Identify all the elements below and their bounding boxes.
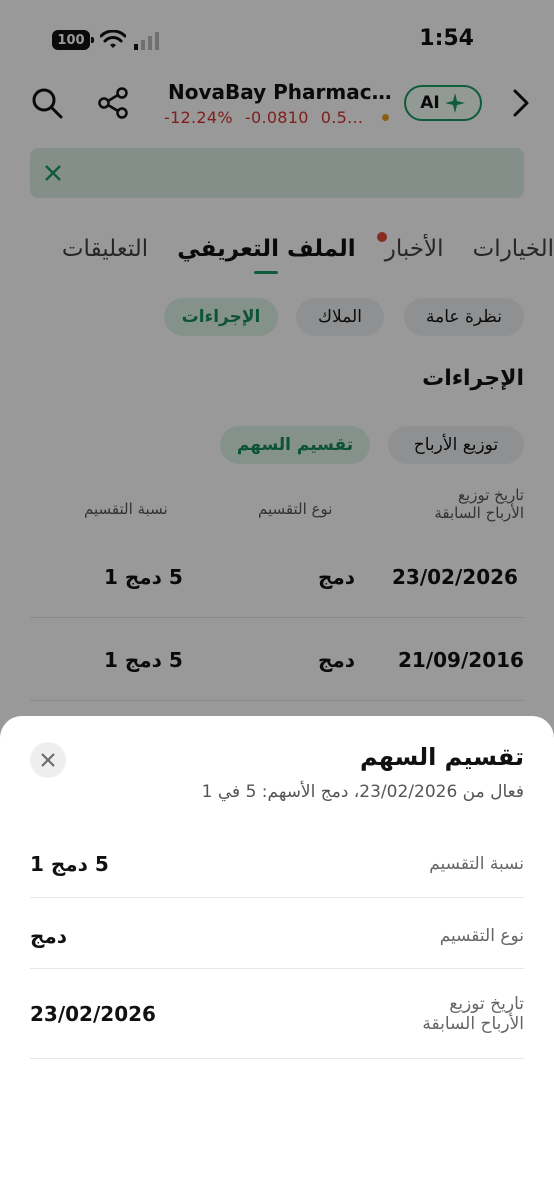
close-icon xyxy=(41,753,55,767)
item-value-ratio: 5 دمج 1 xyxy=(30,852,109,876)
sheet-subtitle: فعال من 23/02/2026، دمج الأسهم: 5 في 1 xyxy=(201,782,524,802)
sheet-title: تقسيم السهم xyxy=(359,743,524,771)
item-label-date: تاريخ توزيع الأرباح السابقة xyxy=(422,994,524,1034)
close-sheet-button[interactable] xyxy=(30,742,66,778)
item-label-type: نوع التقسيم xyxy=(439,926,524,946)
item-value-type: دمج xyxy=(30,924,68,948)
item-value-date: 23/02/2026 xyxy=(30,1002,156,1026)
item-label-ratio: نسبة التقسيم xyxy=(429,854,524,874)
divider xyxy=(30,968,524,969)
app-screen: 100 1:54 NovaBay Pharmac... -12.24% -0.08… xyxy=(0,0,554,1200)
divider xyxy=(30,1058,524,1059)
divider xyxy=(30,897,524,898)
